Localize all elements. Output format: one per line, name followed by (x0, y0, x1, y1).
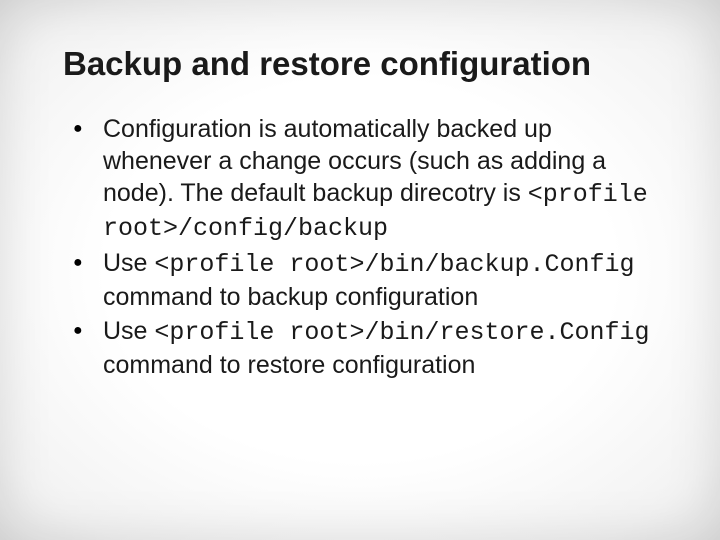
code-text: <profile root>/bin/restore.Config (154, 318, 649, 347)
slide: Backup and restore configuration Configu… (0, 0, 720, 540)
code-text: <profile root>/bin/backup.Config (154, 250, 634, 279)
list-item: Use <profile root>/bin/restore.Config co… (73, 315, 655, 381)
bullet-text: command to backup configuration (103, 283, 478, 311)
bullet-list: Configuration is automatically backed up… (55, 113, 665, 381)
bullet-text: Use (103, 249, 154, 277)
slide-title: Backup and restore configuration (63, 45, 665, 83)
bullet-text: Use (103, 317, 154, 345)
list-item: Use <profile root>/bin/backup.Config com… (73, 247, 655, 313)
bullet-text: command to restore configuration (103, 351, 475, 379)
list-item: Configuration is automatically backed up… (73, 113, 655, 245)
